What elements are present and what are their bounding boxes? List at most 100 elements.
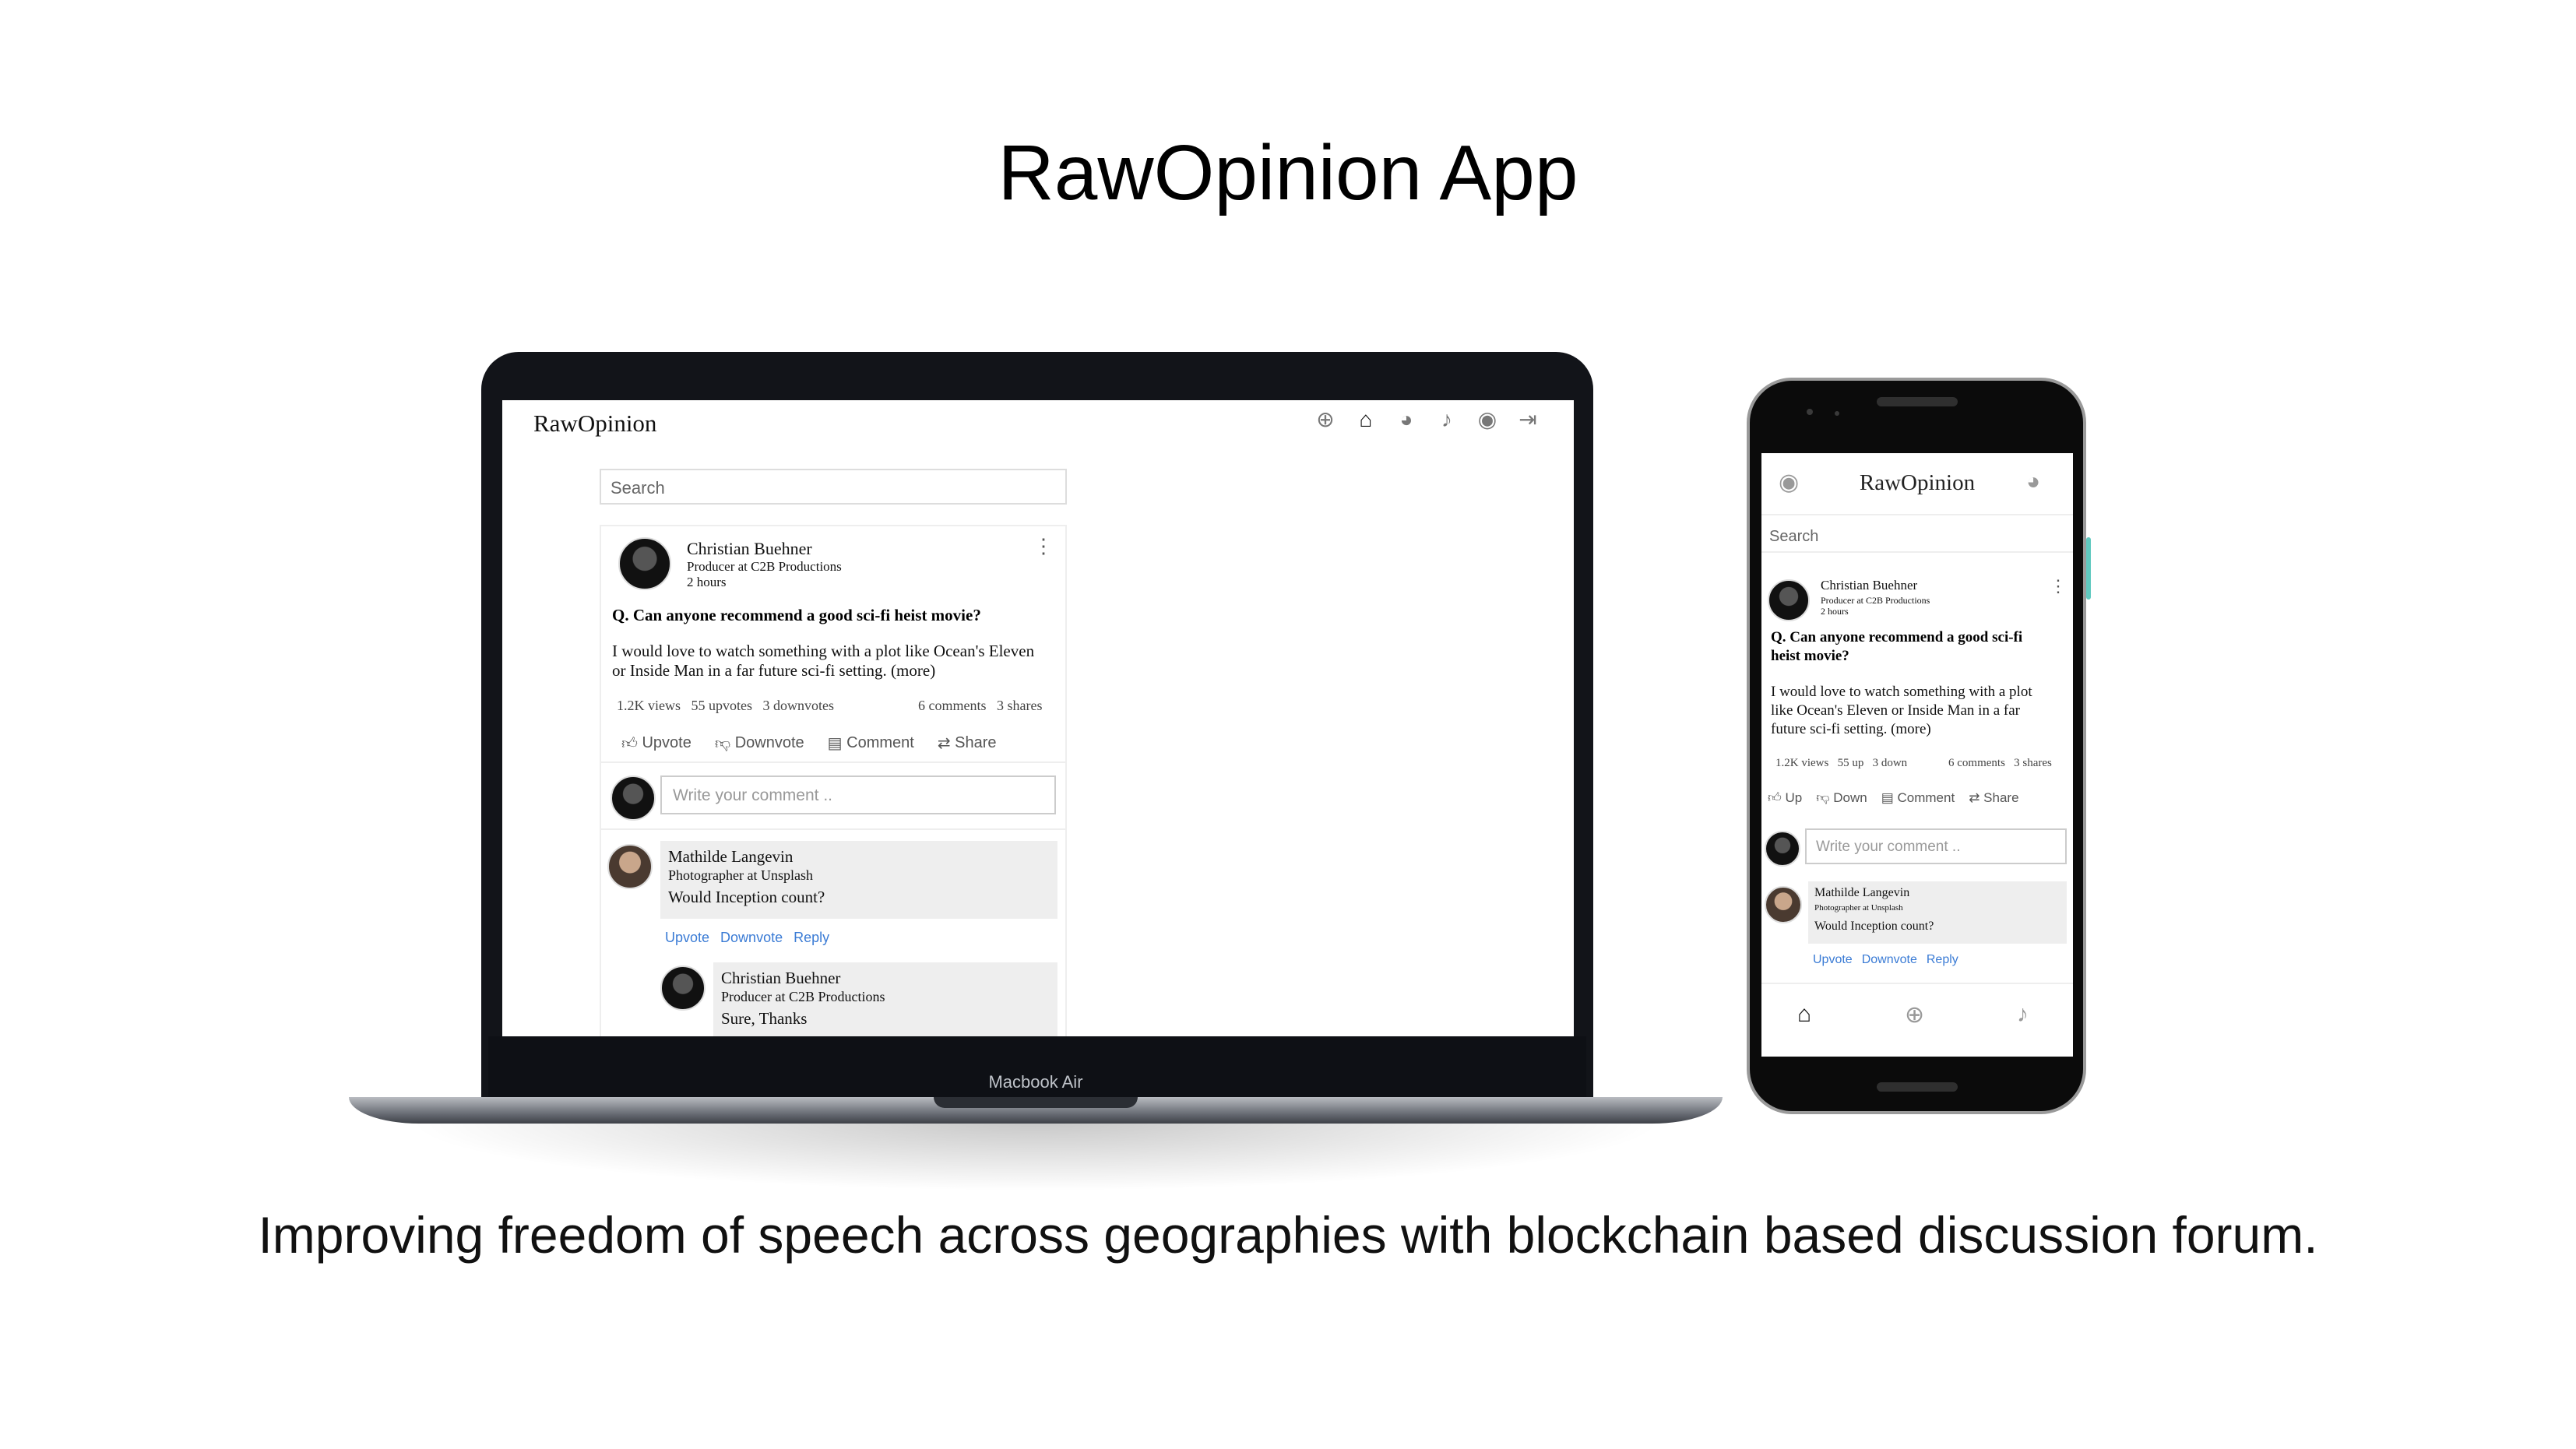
phone-screen: ◉ RawOpinion ◕ Search Christian Buehner … xyxy=(1761,453,2073,1057)
comment-links: Upvote Downvote Reply xyxy=(1813,953,1958,967)
comment-author-title: Photographer at Unsplash xyxy=(1814,903,1903,913)
author-avatar[interactable] xyxy=(1768,579,1810,621)
messenger-icon[interactable]: ◕ xyxy=(2026,469,2040,495)
comment-label: Comment xyxy=(846,734,914,751)
home-icon[interactable]: ⌂ xyxy=(1353,406,1379,433)
post-question-line1[interactable]: Q. Can anyone recommend a good sci-fi xyxy=(1771,629,2022,646)
bottom-nav: ⌂ ⊕ ♪ xyxy=(1761,983,2073,1057)
upvotes-count: 55 up xyxy=(1837,757,1864,769)
downvotes-count: 3 down xyxy=(1872,757,1908,769)
reply-author[interactable]: Christian Buehner xyxy=(721,969,840,988)
post-actions: 👍︎ Up 👎︎ Down ▤ Comment ⇄ Share xyxy=(1768,790,2019,806)
comments-count[interactable]: 6 comments xyxy=(918,698,987,713)
laptop-screen: RawOpinion ⊕ ⌂ ◕ ♪ ◉ ⇥ Search Christian … xyxy=(502,400,1574,1036)
downvote-button[interactable]: 👎︎ Downvote xyxy=(715,733,804,753)
phone-camera xyxy=(1807,409,1813,415)
phone-search-input[interactable]: Search xyxy=(1761,522,2073,553)
post-author[interactable]: Christian Buehner xyxy=(1821,578,1917,593)
comments-count[interactable]: 6 comments xyxy=(1948,757,2005,769)
comment-links: Upvote Downvote Reply xyxy=(665,930,829,946)
commenter-avatar[interactable] xyxy=(607,844,653,889)
upvotes-count: 55 upvotes xyxy=(691,698,753,713)
share-label: Share xyxy=(1983,790,2019,805)
post-stats-right: 6 comments 3 shares xyxy=(918,698,1042,714)
user-circle-icon[interactable]: ◉ xyxy=(1474,406,1501,433)
laptop-model-label: Macbook Air xyxy=(988,1072,1083,1092)
share-button[interactable]: ⇄ Share xyxy=(938,733,997,753)
home-icon[interactable]: ⌂ xyxy=(1797,1001,1811,1028)
post-actions: 👍︎ Upvote 👎︎ Downvote ▤ Comment ⇄ Share xyxy=(621,733,997,753)
comment-upvote-link[interactable]: Upvote xyxy=(665,930,709,946)
phone-header: ◉ RawOpinion ◕ xyxy=(1761,453,2073,515)
post-time: 2 hours xyxy=(687,575,727,589)
comment-reply-link[interactable]: Reply xyxy=(794,930,829,946)
author-avatar[interactable] xyxy=(618,537,671,590)
slide-title: RawOpinion App xyxy=(998,129,1578,216)
downvote-button[interactable]: 👎︎ Down xyxy=(1816,790,1867,806)
messenger-icon[interactable]: ◕ xyxy=(1393,406,1420,433)
comment-reply-link[interactable]: Reply xyxy=(1927,953,1958,967)
comment-input[interactable]: Write your comment .. xyxy=(1805,828,2067,864)
upvote-label: Upvote xyxy=(642,734,692,751)
divider xyxy=(601,828,1065,830)
share-icon: ⇄ xyxy=(1969,790,1980,805)
comment-button[interactable]: ▤ Comment xyxy=(1881,790,1955,806)
add-circle-icon[interactable]: ⊕ xyxy=(1312,406,1339,433)
comment-button[interactable]: ▤ Comment xyxy=(828,733,914,753)
thumbs-up-icon: 👍︎ xyxy=(621,734,638,752)
current-user-avatar xyxy=(611,775,656,821)
bell-icon[interactable]: ♪ xyxy=(1434,406,1460,433)
phone-side-button xyxy=(2086,537,2091,600)
comment-downvote-link[interactable]: Downvote xyxy=(720,930,783,946)
divider xyxy=(601,761,1065,763)
share-button[interactable]: ⇄ Share xyxy=(1969,790,2018,806)
comment-author[interactable]: Mathilde Langevin xyxy=(668,847,793,867)
post-card: Christian Buehner Producer at C2B Produc… xyxy=(600,525,1067,1036)
top-nav-icons: ⊕ ⌂ ◕ ♪ ◉ ⇥ xyxy=(1312,406,1541,433)
more-options-icon[interactable]: ⋮ xyxy=(2050,576,2067,596)
shares-count[interactable]: 3 shares xyxy=(997,698,1042,713)
current-user-avatar xyxy=(1765,831,1800,867)
app-brand[interactable]: RawOpinion xyxy=(533,410,656,438)
comment-upvote-link[interactable]: Upvote xyxy=(1813,953,1853,967)
phone-speaker xyxy=(1877,397,1958,406)
downvotes-count: 3 downvotes xyxy=(762,698,835,713)
post-body-line3[interactable]: future sci-fi setting. (more) xyxy=(1771,721,1931,739)
downvote-label: Downvote xyxy=(734,734,804,751)
slide-tagline: Improving freedom of speech across geogr… xyxy=(258,1206,2318,1264)
search-input[interactable]: Search xyxy=(600,469,1067,505)
post-author[interactable]: Christian Buehner xyxy=(687,539,812,559)
comment-input[interactable]: Write your comment .. xyxy=(660,775,1056,814)
thumbs-down-icon: 👎︎ xyxy=(1816,790,1830,805)
comment-downvote-link[interactable]: Downvote xyxy=(1862,953,1917,967)
comment-text: Would Inception count? xyxy=(1814,920,1934,933)
more-options-icon[interactable]: ⋮ xyxy=(1033,534,1054,558)
downvote-label: Down xyxy=(1833,790,1867,805)
post-time: 2 hours xyxy=(1821,606,1849,617)
post-question-line2[interactable]: heist movie? xyxy=(1771,648,1849,665)
add-circle-icon[interactable]: ⊕ xyxy=(1905,1001,1924,1029)
share-icon: ⇄ xyxy=(937,735,951,752)
post-body-line2: like Ocean's Eleven or Inside Man in a f… xyxy=(1771,702,2020,719)
views-count: 1.2K views xyxy=(617,698,681,713)
comment-author[interactable]: Mathilde Langevin xyxy=(1814,886,1909,900)
comment-label: Comment xyxy=(1897,790,1955,805)
post-author-title: Producer at C2B Productions xyxy=(1821,595,1930,606)
post-stats-left: 1.2K views 55 up 3 down xyxy=(1775,757,1907,770)
reply-author-avatar[interactable] xyxy=(660,965,706,1011)
thumbs-down-icon: 👎︎ xyxy=(714,734,731,752)
commenter-avatar[interactable] xyxy=(1765,886,1802,923)
phone-bottom-speaker xyxy=(1877,1082,1958,1092)
post-stats-left: 1.2K views 55 upvotes 3 downvotes xyxy=(617,698,834,714)
shares-count[interactable]: 3 shares xyxy=(2014,757,2052,769)
post-question[interactable]: Q. Can anyone recommend a good sci-fi he… xyxy=(612,606,981,625)
post-author-title: Producer at C2B Productions xyxy=(687,559,842,574)
logout-icon[interactable]: ⇥ xyxy=(1515,406,1541,433)
upvote-button[interactable]: 👍︎ Up xyxy=(1768,790,1802,806)
bell-icon[interactable]: ♪ xyxy=(2017,1001,2029,1028)
comment-icon: ▤ xyxy=(827,735,843,752)
post-body-line2[interactable]: or Inside Man in a far future sci-fi set… xyxy=(612,661,935,681)
share-label: Share xyxy=(955,734,997,751)
post-body-line1: I would love to watch something with a p… xyxy=(1771,684,2032,700)
upvote-button[interactable]: 👍︎ Upvote xyxy=(621,733,692,753)
